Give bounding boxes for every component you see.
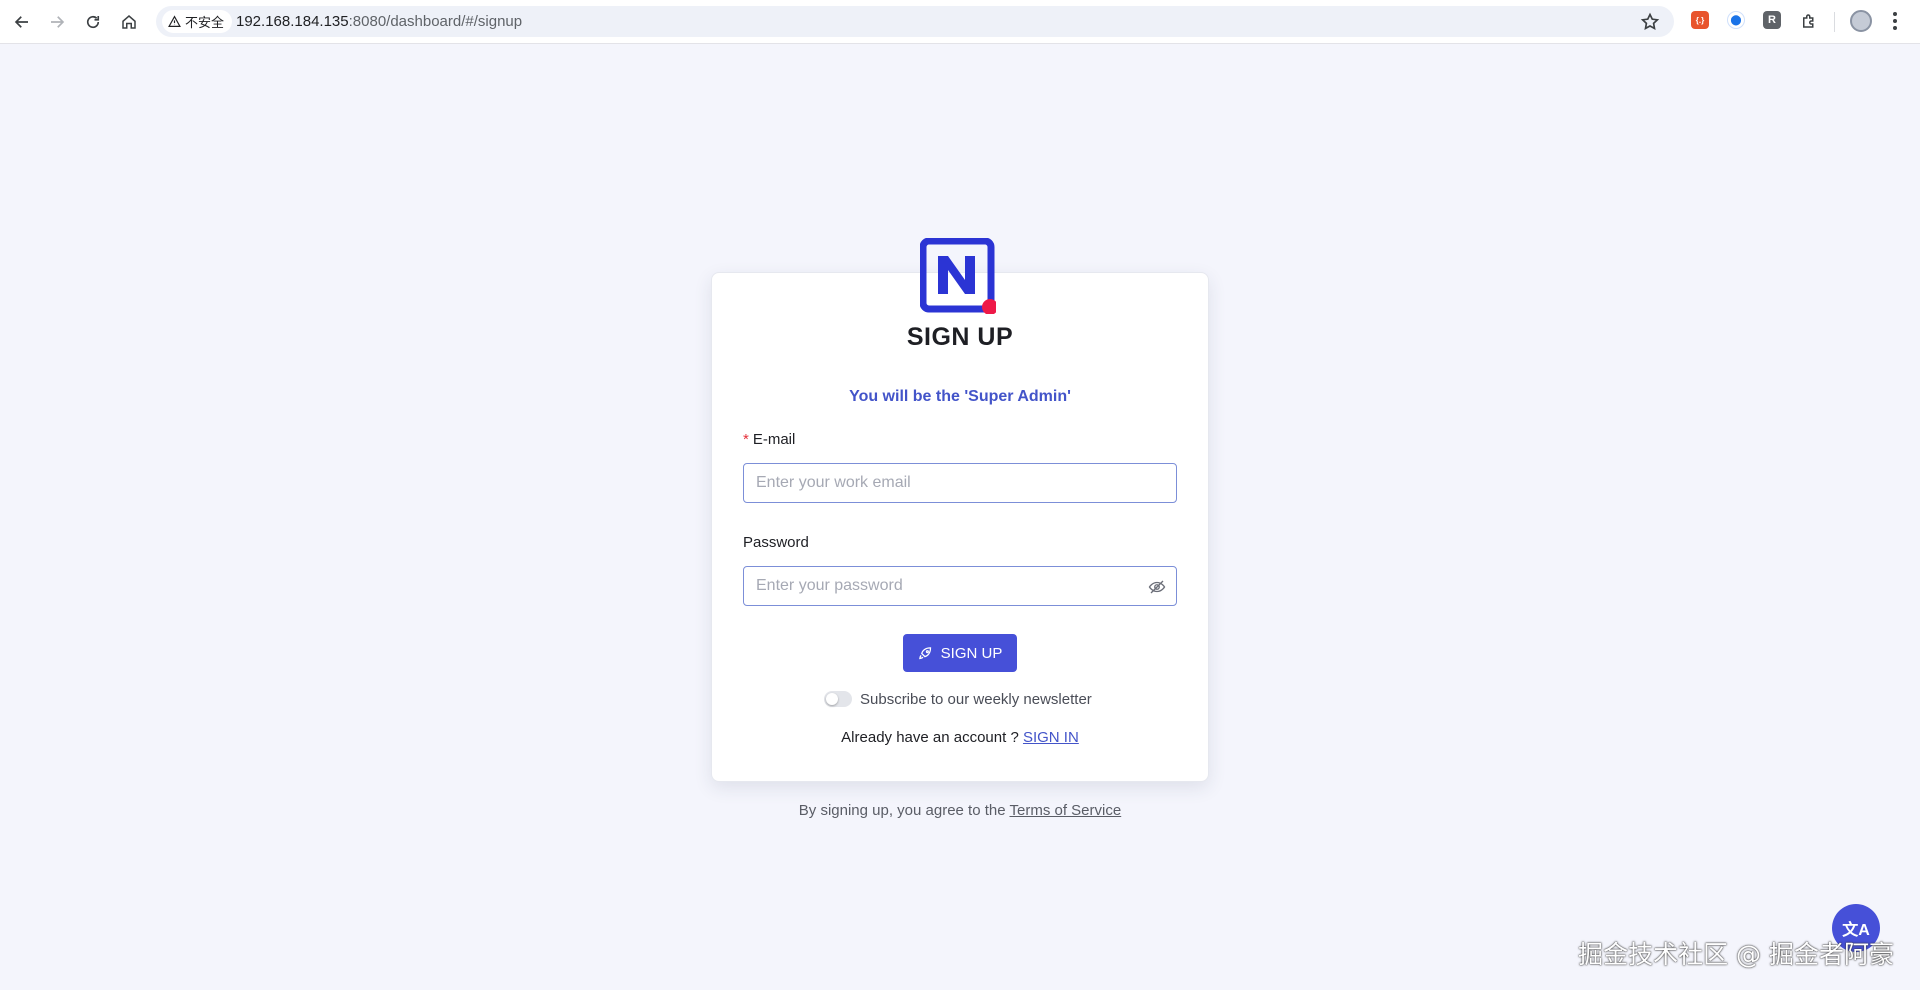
address-bar[interactable]: 不安全 192.168.184.135:8080/dashboard/#/sig…	[156, 6, 1674, 37]
security-label: 不安全	[185, 15, 225, 30]
terms-notice: By signing up, you agree to the Terms of…	[711, 802, 1209, 819]
extension-r-icon[interactable]: R	[1763, 11, 1781, 29]
brand-logo	[920, 238, 996, 314]
password-input[interactable]	[743, 566, 1177, 606]
required-mark: *	[743, 431, 749, 448]
terms-prefix: By signing up, you agree to the	[798, 802, 1006, 819]
home-button[interactable]	[113, 6, 145, 38]
warning-icon	[168, 15, 181, 27]
reload-icon	[86, 15, 100, 29]
puzzle-icon	[1803, 14, 1814, 28]
rocket-icon	[918, 646, 931, 659]
back-arrow-icon	[14, 16, 28, 28]
bookmark-star-icon[interactable]	[1640, 12, 1660, 32]
newsletter-label: Subscribe to our weekly newsletter	[860, 690, 1092, 708]
newsletter-row: Subscribe to our weekly newsletter	[824, 689, 1092, 709]
email-input[interactable]	[743, 463, 1177, 503]
extensions-puzzle-button[interactable]	[1793, 5, 1825, 37]
signup-button-label: SIGN UP	[940, 644, 1003, 662]
signin-prompt: Already have an account ?	[841, 729, 1019, 746]
url-text[interactable]: 192.168.184.135:8080/dashboard/#/signup	[236, 6, 522, 37]
super-admin-notice: You will be the 'Super Admin'	[849, 388, 1071, 405]
email-label-text: E-mail	[752, 431, 796, 448]
extension-blue-icon[interactable]: ⬤	[1727, 11, 1745, 29]
forward-arrow-icon	[51, 16, 65, 28]
signin-row: Already have an account ? SIGN IN	[711, 729, 1209, 746]
reload-button[interactable]	[77, 6, 109, 38]
eye-off-icon[interactable]	[1148, 578, 1166, 596]
signup-button[interactable]: SIGN UP	[903, 634, 1017, 672]
terms-of-service-link[interactable]: Terms of Service	[1010, 802, 1122, 819]
extension-orange-icon[interactable]: {.}	[1691, 11, 1709, 29]
password-label: Password	[743, 534, 809, 551]
toolbar-divider	[1834, 12, 1835, 32]
page-title: SIGN UP	[906, 323, 1014, 351]
home-icon	[122, 15, 136, 29]
email-label: * E-mail	[743, 431, 795, 448]
newsletter-toggle[interactable]	[824, 691, 852, 707]
url-path: :8080/dashboard/#/signup	[348, 13, 523, 30]
url-host: 192.168.184.135	[236, 13, 349, 30]
forward-button[interactable]	[41, 6, 73, 38]
browser-toolbar: 不安全 192.168.184.135:8080/dashboard/#/sig…	[0, 0, 1920, 44]
browser-menu-button[interactable]	[1888, 10, 1902, 32]
watermark-text: 掘金技术社区 @ 掘金者阿豪	[1578, 940, 1894, 969]
signin-link[interactable]: SIGN IN	[1023, 729, 1079, 746]
back-button[interactable]	[6, 6, 38, 38]
profile-avatar[interactable]	[1850, 10, 1872, 32]
security-indicator[interactable]: 不安全	[162, 10, 233, 33]
